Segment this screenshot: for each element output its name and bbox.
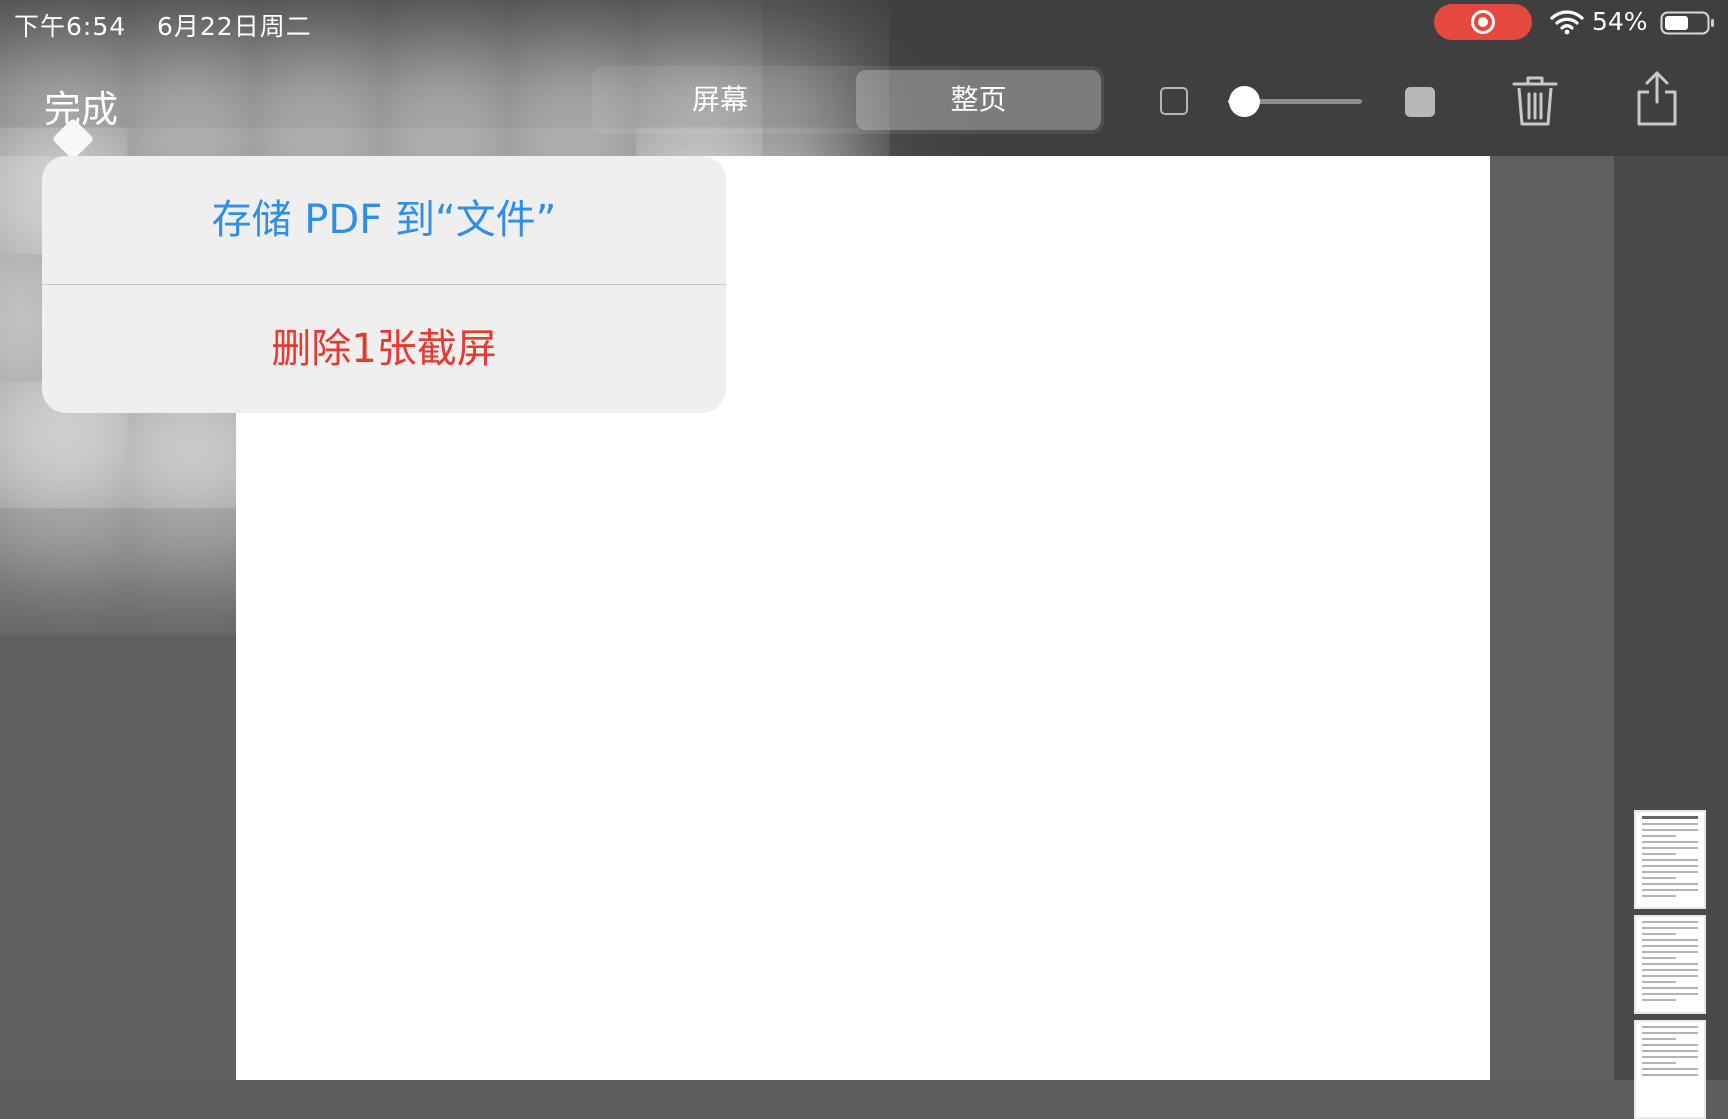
screenshot-mode-segmented-control[interactable]: 屏幕 整页: [592, 66, 1104, 134]
status-bar: 下午6:54 6月22日周二 54%: [0, 0, 1728, 46]
battery-percentage: 54%: [1592, 7, 1648, 36]
battery-icon: [1660, 11, 1714, 35]
page-thumbnail-3[interactable]: [1634, 1020, 1706, 1119]
page-thumbnail-2[interactable]: [1634, 915, 1706, 1014]
page-thumbnail-1[interactable]: [1634, 810, 1706, 909]
status-date: 6月22日周二: [157, 12, 312, 41]
screen-recording-icon: [1471, 10, 1495, 34]
wifi-icon: [1550, 10, 1584, 35]
page-thumbnail-sidebar: [1614, 156, 1728, 1119]
trash-icon[interactable]: [1510, 70, 1560, 130]
opacity-high-icon: [1405, 87, 1435, 117]
share-icon[interactable]: [1632, 68, 1682, 128]
tab-screen[interactable]: 屏幕: [592, 66, 848, 134]
save-pdf-to-files-button[interactable]: 存储 PDF 到“文件”: [42, 156, 726, 284]
opacity-slider-track[interactable]: [1244, 99, 1362, 104]
opacity-low-icon: [1160, 87, 1188, 115]
done-action-popover: 存储 PDF 到“文件” 删除1张截屏: [42, 156, 726, 413]
tab-full-page[interactable]: 整页: [856, 70, 1101, 130]
top-area: 下午6:54 6月22日周二 54% 完成 屏幕 整页: [0, 0, 1728, 156]
delete-screenshot-button[interactable]: 删除1张截屏: [42, 285, 726, 413]
screen-recording-indicator[interactable]: [1434, 4, 1532, 40]
opacity-slider-thumb[interactable]: [1229, 86, 1260, 117]
status-time: 下午6:54: [14, 12, 127, 41]
screenshot-toolbar: 完成 屏幕 整页: [0, 46, 1728, 156]
